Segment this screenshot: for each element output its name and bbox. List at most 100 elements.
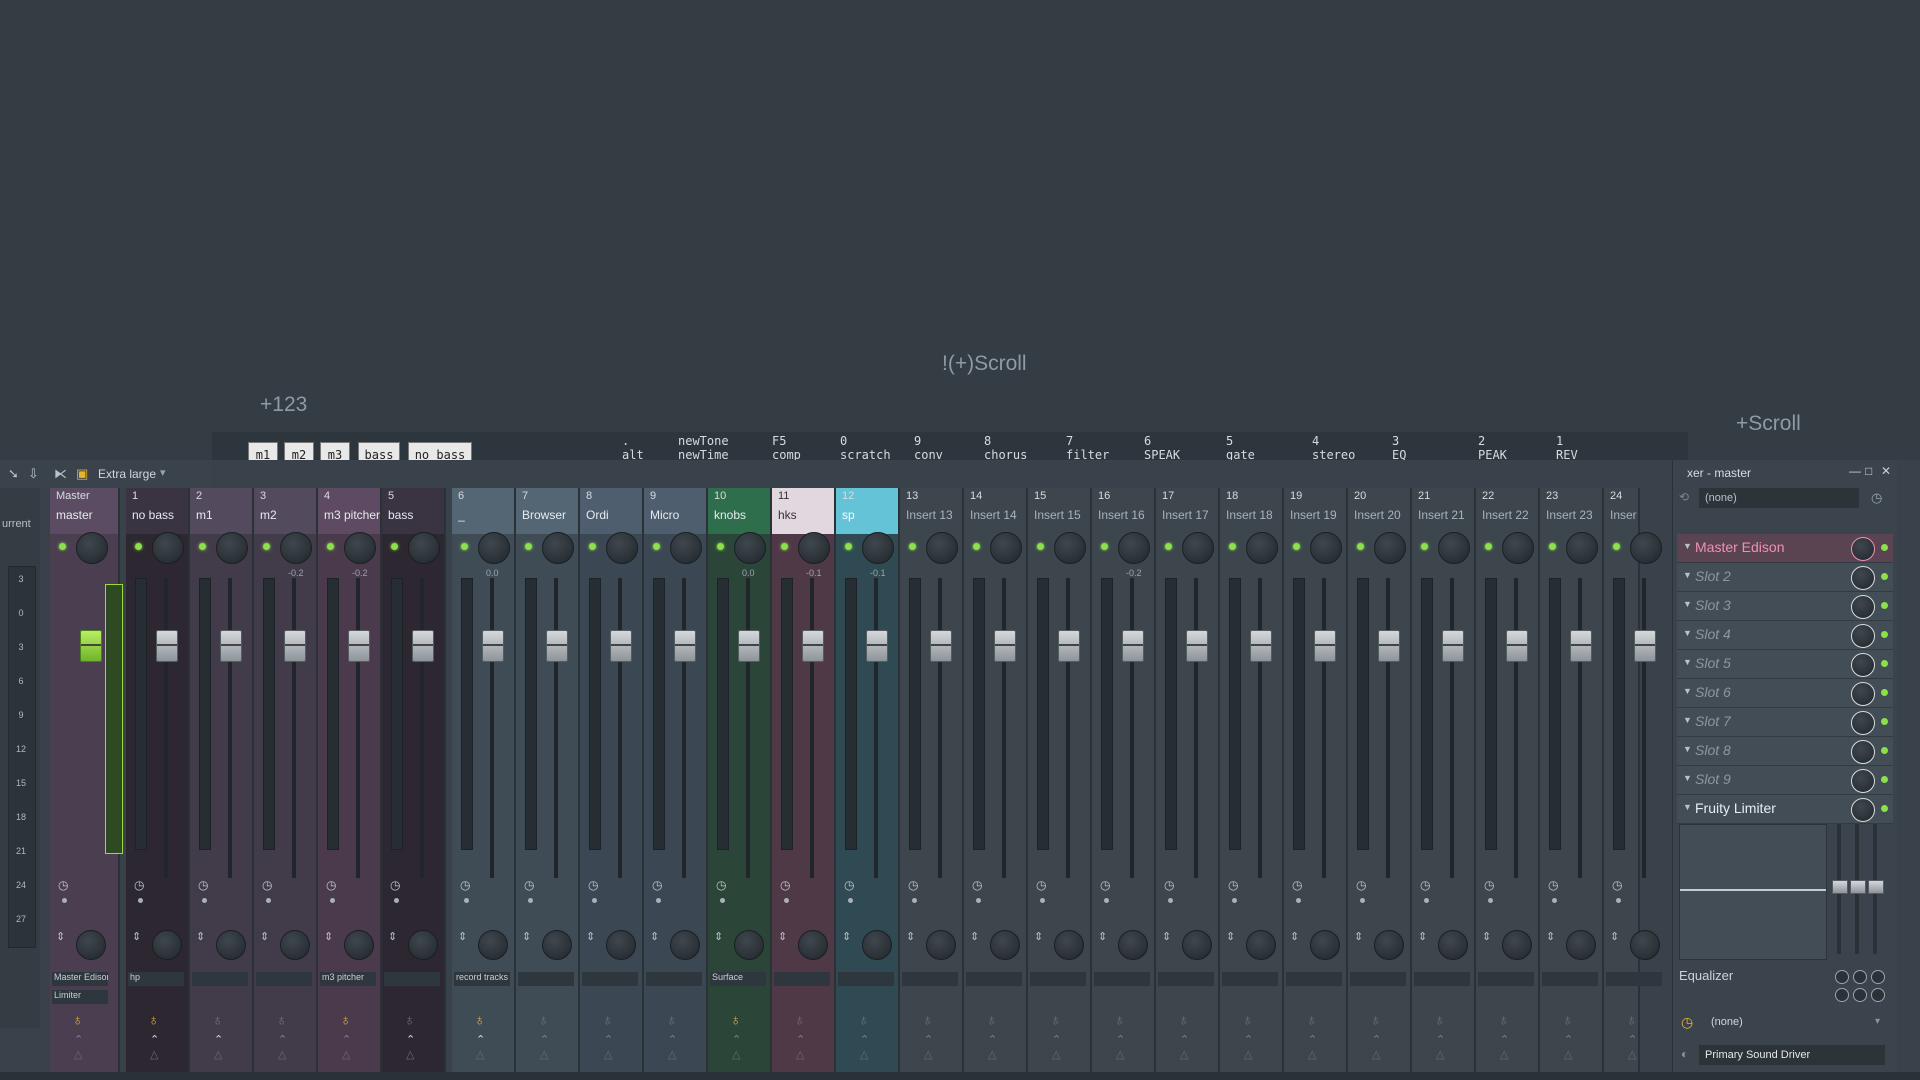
mute-led[interactable]	[1293, 543, 1300, 550]
pan-knob[interactable]	[1630, 532, 1662, 564]
stereo-separation-knob[interactable]	[606, 930, 636, 960]
send-icon[interactable]: ♁	[538, 1012, 549, 1029]
eq-knob[interactable]	[1871, 970, 1885, 984]
volume-fader[interactable]	[1314, 630, 1336, 662]
send-icon[interactable]: ♁	[474, 1012, 485, 1029]
send-icon[interactable]: ♁	[1434, 1012, 1445, 1029]
send-icon[interactable]: ♁	[1306, 1012, 1317, 1029]
eq-knob[interactable]	[1835, 988, 1849, 1002]
pan-knob[interactable]	[734, 532, 766, 564]
volume-fader[interactable]	[1122, 630, 1144, 662]
clock-icon[interactable]: ◷	[588, 878, 598, 892]
fx-slot[interactable]: ▼ Slot 7	[1677, 708, 1893, 737]
chevron-down-icon[interactable]: ▼	[1683, 628, 1692, 638]
stereo-icon[interactable]: ⇕	[778, 930, 787, 943]
route-arrow-icon[interactable]: △	[604, 1048, 612, 1061]
chevron-down-icon[interactable]: ▾	[160, 466, 166, 479]
pan-knob[interactable]	[1374, 532, 1406, 564]
chevron-up-icon[interactable]: ⌃	[406, 1033, 415, 1046]
chevron-up-icon[interactable]: ⌃	[1628, 1033, 1637, 1046]
fader-track[interactable]	[1322, 578, 1326, 878]
stereo-separation-knob[interactable]	[1630, 930, 1660, 960]
route-arrow-icon[interactable]: △	[1500, 1048, 1508, 1061]
route-arrow-icon[interactable]: △	[150, 1048, 158, 1061]
stereo-separation-knob[interactable]	[1502, 930, 1532, 960]
chevron-up-icon[interactable]: ⌃	[1564, 1033, 1573, 1046]
fader-track[interactable]	[228, 578, 232, 878]
pan-knob[interactable]	[862, 532, 894, 564]
send-icon[interactable]: ♁	[730, 1012, 741, 1029]
stereo-icon[interactable]: ⇕	[388, 930, 397, 943]
fader-track[interactable]	[1386, 578, 1390, 878]
stereo-separation-knob[interactable]	[798, 930, 828, 960]
chevron-up-icon[interactable]: ⌃	[988, 1033, 997, 1046]
route-arrow-icon[interactable]: △	[1052, 1048, 1060, 1061]
stereo-separation-knob[interactable]	[862, 930, 892, 960]
chevron-up-icon[interactable]: ⌃	[540, 1033, 549, 1046]
chevron-up-icon[interactable]: ⌃	[150, 1033, 159, 1046]
fader-track[interactable]	[1066, 578, 1070, 878]
volume-fader[interactable]	[994, 630, 1016, 662]
mixer-strip[interactable]: 20 Insert 20 ◷ ⇕ ♁ ⌃ △	[1348, 488, 1412, 1080]
mute-led[interactable]	[717, 543, 724, 550]
pan-knob[interactable]	[478, 532, 510, 564]
stereo-icon[interactable]: ⇕	[132, 930, 141, 943]
send-icon[interactable]: ♁	[212, 1012, 223, 1029]
chevron-down-icon[interactable]: ▼	[1683, 773, 1692, 783]
clock-icon[interactable]: ◷	[262, 878, 272, 892]
stereo-icon[interactable]: ⇕	[906, 930, 915, 943]
stereo-separation-knob[interactable]	[542, 930, 572, 960]
mix-level-knob[interactable]	[1851, 653, 1875, 677]
clock-icon[interactable]: ◷	[524, 878, 534, 892]
fx-slot[interactable]: ▼ Slot 2	[1677, 563, 1893, 592]
stereo-icon[interactable]: ⇕	[260, 930, 269, 943]
fader-track[interactable]	[1130, 578, 1134, 878]
pan-knob[interactable]	[152, 532, 184, 564]
fader-track[interactable]	[420, 578, 424, 878]
slot-enable-led[interactable]	[1881, 718, 1888, 725]
mixer-strip[interactable]: 7 Browser ◷ ⇕ ♁ ⌃ △	[516, 488, 580, 1080]
strip-header[interactable]: 20 Insert 20	[1348, 488, 1410, 534]
chevron-up-icon[interactable]: ⌃	[342, 1033, 351, 1046]
send-icon[interactable]: ♁	[1498, 1012, 1509, 1029]
mixer-strip[interactable]: 13 Insert 13 ◷ ⇕ ♁ ⌃ △	[900, 488, 964, 1080]
route-arrow-icon[interactable]: △	[278, 1048, 286, 1061]
eq-band-handle[interactable]	[1850, 880, 1866, 894]
volume-fader[interactable]	[866, 630, 888, 662]
mixer-strip[interactable]: 11 hks -0.1 ◷ ⇕ ♁ ⌃ △	[772, 488, 836, 1080]
volume-fader[interactable]	[482, 630, 504, 662]
chevron-up-icon[interactable]: ⌃	[604, 1033, 613, 1046]
fader-track[interactable]	[1514, 578, 1518, 878]
input-select[interactable]: (none)	[1699, 488, 1859, 508]
strip-header[interactable]: 4 m3 pitcher	[318, 488, 380, 534]
route-arrow-icon[interactable]: △	[988, 1048, 996, 1061]
mute-led[interactable]	[135, 543, 142, 550]
stereo-separation-knob[interactable]	[990, 930, 1020, 960]
fx-slot[interactable]: ▼ Slot 3	[1677, 592, 1893, 621]
eq-band-handle[interactable]	[1832, 880, 1848, 894]
chevron-up-icon[interactable]: ⌃	[214, 1033, 223, 1046]
fader-track[interactable]	[164, 578, 168, 878]
strip-header[interactable]: 7 Browser	[516, 488, 578, 534]
send-icon[interactable]: ♁	[1050, 1012, 1061, 1029]
send-icon[interactable]: ♁	[986, 1012, 997, 1029]
stereo-separation-knob[interactable]	[926, 930, 956, 960]
mixer-strip[interactable]: 15 Insert 15 ◷ ⇕ ♁ ⌃ △	[1028, 488, 1092, 1080]
stereo-separation-knob[interactable]	[1054, 930, 1084, 960]
mix-level-knob[interactable]	[1851, 595, 1875, 619]
stereo-separation-knob[interactable]	[1310, 930, 1340, 960]
route-arrow-icon[interactable]: △	[668, 1048, 676, 1061]
stereo-icon[interactable]: ⇕	[1226, 930, 1235, 943]
strip-header[interactable]: 6 _	[452, 488, 514, 534]
mixer-strip[interactable]: 9 Micro ◷ ⇕ ♁ ⌃ △	[644, 488, 708, 1080]
route-arrow-icon[interactable]: △	[1628, 1048, 1636, 1061]
clock-icon[interactable]: ◷	[1228, 878, 1238, 892]
strip-header[interactable]: 1 no bass	[126, 488, 188, 534]
stereo-icon[interactable]: ⇕	[970, 930, 979, 943]
clock-icon[interactable]: ◷	[1100, 878, 1110, 892]
chevron-up-icon[interactable]: ⌃	[796, 1033, 805, 1046]
stereo-icon[interactable]: ⇕	[1418, 930, 1427, 943]
mute-led[interactable]	[525, 543, 532, 550]
pan-knob[interactable]	[926, 532, 958, 564]
mute-led[interactable]	[461, 543, 468, 550]
